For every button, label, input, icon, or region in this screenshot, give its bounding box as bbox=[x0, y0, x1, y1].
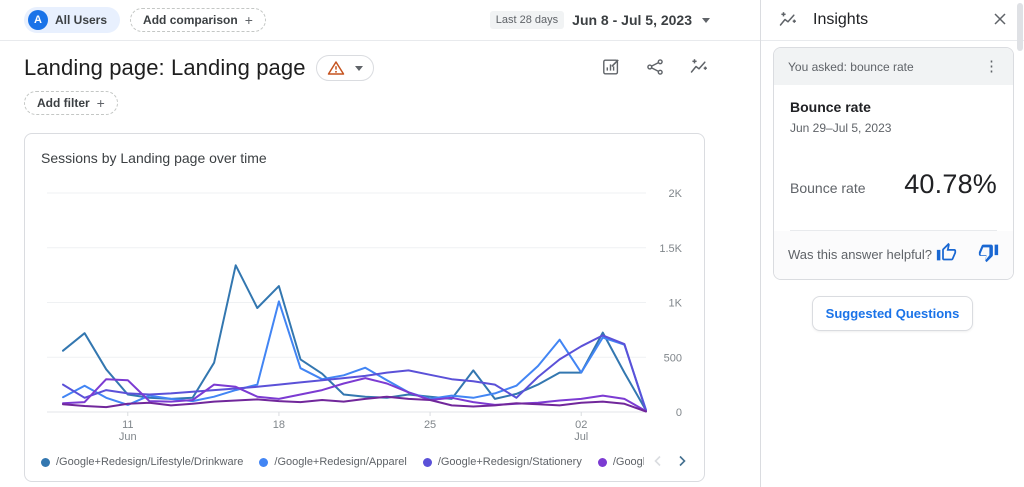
caret-down-icon bbox=[702, 18, 710, 23]
legend-prev-button[interactable] bbox=[652, 456, 664, 468]
insights-panel-title: Insights bbox=[813, 11, 868, 29]
insights-button[interactable] bbox=[688, 57, 710, 79]
svg-text:0: 0 bbox=[676, 407, 682, 419]
all-users-label: All Users bbox=[55, 13, 107, 27]
topbar: A All Users Add comparison + Last 28 day… bbox=[0, 0, 760, 41]
close-icon bbox=[992, 11, 1008, 30]
svg-text:2K: 2K bbox=[669, 188, 683, 200]
date-range-preset-badge: Last 28 days bbox=[490, 11, 564, 29]
insight-feedback-row: Was this answer helpful? bbox=[774, 231, 1013, 279]
insights-panel-header: Insights bbox=[761, 0, 1024, 41]
legend-item[interactable]: /Google+Redesign/Apparel bbox=[259, 456, 406, 468]
svg-text:500: 500 bbox=[664, 352, 682, 364]
insight-title: Bounce rate bbox=[790, 99, 997, 115]
add-comparison-label: Add comparison bbox=[143, 13, 238, 27]
all-users-chip[interactable]: A All Users bbox=[24, 7, 120, 33]
svg-text:1K: 1K bbox=[669, 298, 683, 310]
thumbs-up-icon bbox=[936, 242, 957, 266]
insights-panel: Insights You asked: bounce rate ⋮ Bounce… bbox=[760, 0, 1024, 487]
legend-label: /Google+Redesign/Apparel bbox=[274, 456, 406, 468]
chart-title: Sessions by Landing page over time bbox=[41, 150, 688, 166]
insights-icon bbox=[777, 9, 799, 31]
chart-legend-items: /Google+Redesign/Lifestyle/Drinkware/Goo… bbox=[41, 456, 644, 468]
plus-icon: + bbox=[97, 96, 105, 110]
sessions-chart-card: Sessions by Landing page over time 0 500 1… bbox=[24, 133, 705, 482]
legend-dot-icon bbox=[598, 458, 607, 467]
insight-menu-button[interactable]: ⋮ bbox=[984, 59, 999, 74]
legend-item[interactable]: /Google+Redesign/Stationery bbox=[423, 456, 582, 468]
legend-item[interactable]: /Google+Redesign/Lifestyle/Drinkware bbox=[41, 456, 243, 468]
legend-label: /Google+Redesign/Lifestyle/Drinkware bbox=[56, 456, 243, 468]
thumbs-up-button[interactable] bbox=[935, 243, 957, 265]
close-panel-button[interactable] bbox=[992, 11, 1008, 30]
add-filter-button[interactable]: Add filter + bbox=[24, 91, 118, 115]
data-quality-button[interactable] bbox=[316, 55, 374, 81]
insight-date-range: Jun 29–Jul 5, 2023 bbox=[790, 121, 997, 135]
insight-card: You asked: bounce rate ⋮ Bounce rate Jun… bbox=[773, 47, 1014, 280]
feedback-prompt: Was this answer helpful? bbox=[788, 247, 932, 262]
svg-text:02: 02 bbox=[575, 419, 587, 431]
filter-row: Add filter + bbox=[0, 81, 760, 115]
segment-avatar: A bbox=[28, 10, 48, 30]
svg-text:25: 25 bbox=[424, 419, 436, 431]
legend-dot-icon bbox=[41, 458, 50, 467]
insight-query-label: You asked: bounce rate bbox=[788, 60, 914, 74]
metric-label: Bounce rate bbox=[790, 180, 866, 196]
suggested-questions-button[interactable]: Suggested Questions bbox=[812, 296, 974, 331]
chevron-left-icon bbox=[653, 455, 663, 470]
share-icon bbox=[645, 57, 665, 80]
page-title: Landing page: Landing page bbox=[24, 55, 306, 81]
date-range-picker[interactable]: Last 28 days Jun 8 - Jul 5, 2023 bbox=[490, 11, 710, 29]
insights-icon bbox=[689, 57, 709, 80]
legend-item[interactable]: /Google+Rede bbox=[598, 456, 644, 468]
customize-report-button[interactable] bbox=[600, 57, 622, 79]
svg-text:Jul: Jul bbox=[574, 431, 588, 442]
customize-report-icon bbox=[601, 57, 621, 80]
svg-text:Jun: Jun bbox=[119, 431, 137, 442]
report-title-row: Landing page: Landing page bbox=[0, 41, 760, 81]
metric-value: 40.78% bbox=[904, 169, 997, 200]
add-filter-label: Add filter bbox=[37, 96, 90, 110]
sessions-line-chart[interactable]: 0 500 1K 1.5K 2K 11Jun 18 25 02Jul bbox=[41, 172, 688, 442]
date-range-label: Jun 8 - Jul 5, 2023 bbox=[572, 12, 692, 28]
thumbs-down-icon bbox=[978, 242, 999, 266]
svg-text:1.5K: 1.5K bbox=[659, 243, 682, 255]
share-button[interactable] bbox=[644, 57, 666, 79]
add-comparison-button[interactable]: Add comparison + bbox=[130, 8, 266, 32]
insight-query-bar: You asked: bounce rate ⋮ bbox=[774, 48, 1013, 85]
scrollbar[interactable] bbox=[1017, 3, 1023, 51]
legend-label: /Google+Rede bbox=[613, 456, 644, 468]
report-main: A All Users Add comparison + Last 28 day… bbox=[0, 0, 760, 487]
chevron-right-icon bbox=[677, 455, 687, 470]
thumbs-down-button[interactable] bbox=[977, 243, 999, 265]
svg-text:18: 18 bbox=[273, 419, 285, 431]
legend-dot-icon bbox=[259, 458, 268, 467]
svg-text:11: 11 bbox=[122, 419, 133, 431]
warning-icon bbox=[327, 60, 345, 76]
legend-dot-icon bbox=[423, 458, 432, 467]
plus-icon: + bbox=[245, 13, 253, 27]
legend-label: /Google+Redesign/Stationery bbox=[438, 456, 582, 468]
legend-next-button[interactable] bbox=[676, 456, 688, 468]
caret-down-icon bbox=[355, 66, 363, 71]
chart-legend: /Google+Redesign/Lifestyle/Drinkware/Goo… bbox=[41, 449, 688, 475]
